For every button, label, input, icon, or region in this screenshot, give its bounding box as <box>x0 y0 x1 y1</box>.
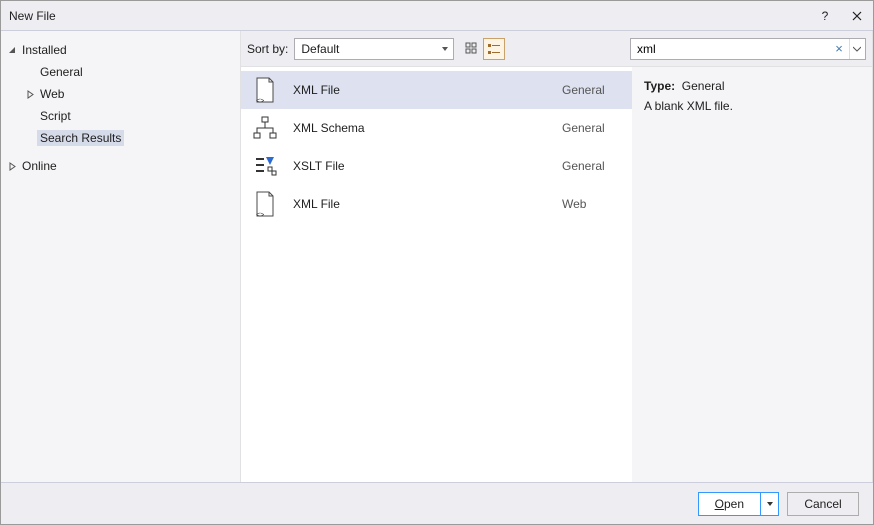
window-title: New File <box>1 9 56 23</box>
template-name: XML File <box>293 83 548 97</box>
view-toggle <box>460 37 506 61</box>
clear-search-button[interactable]: × <box>831 41 847 56</box>
collapse-icon <box>5 46 19 55</box>
template-item-xml-file[interactable]: <> XML File General <box>241 71 632 109</box>
tree-node-script[interactable]: Script <box>1 105 240 127</box>
open-button-dropdown[interactable] <box>760 493 778 515</box>
titlebar: New File ? <box>1 1 873 31</box>
open-button[interactable]: Open <box>698 492 779 516</box>
chevron-down-icon <box>766 500 774 508</box>
tree-label-web: Web <box>37 86 67 102</box>
toolbar: Sort by: Default <box>241 31 872 67</box>
search-dropdown-button[interactable] <box>849 39 863 59</box>
chevron-down-icon <box>441 45 449 53</box>
tree-label-installed: Installed <box>19 42 70 58</box>
view-medium-icons-button[interactable] <box>461 38 483 60</box>
tree-label-general: General <box>37 64 86 80</box>
xml-file-icon: <> <box>251 190 279 218</box>
tree-node-online[interactable]: Online <box>1 155 240 177</box>
dialog-body: Installed General Web Script Search Resu… <box>1 31 873 482</box>
type-value: General <box>682 79 725 93</box>
type-line: Type: General <box>644 79 860 93</box>
template-category: Web <box>562 197 618 211</box>
new-file-dialog: New File ? Installed General <box>0 0 874 525</box>
tree-node-installed[interactable]: Installed <box>1 39 240 61</box>
titlebar-buttons: ? <box>809 1 873 31</box>
xslt-file-icon <box>251 152 279 180</box>
description: A blank XML file. <box>644 99 860 113</box>
template-category: General <box>562 159 618 173</box>
list-pane: <> XML File General XML Schema General <box>241 67 872 482</box>
chevron-down-icon <box>853 45 861 53</box>
search-box[interactable]: × <box>630 38 866 60</box>
tree-node-web[interactable]: Web <box>1 83 240 105</box>
close-button[interactable] <box>841 1 873 31</box>
cancel-button-label: Cancel <box>804 497 841 511</box>
xml-file-icon: <> <box>251 76 279 104</box>
sortby-dropdown[interactable]: Default <box>294 38 454 60</box>
sidebar: Installed General Web Script Search Resu… <box>1 31 241 482</box>
search-input[interactable] <box>637 42 831 56</box>
details-pane: Type: General A blank XML file. <box>632 67 872 482</box>
xml-schema-icon <box>251 114 279 142</box>
tree-label-online: Online <box>19 158 60 174</box>
tree-node-general[interactable]: General <box>1 61 240 83</box>
expand-icon <box>5 162 19 171</box>
template-name: XML Schema <box>293 121 548 135</box>
template-category: General <box>562 83 618 97</box>
template-item-xml-schema[interactable]: XML Schema General <box>241 109 632 147</box>
template-item-xslt-file[interactable]: XSLT File General <box>241 147 632 185</box>
tree-label-search-results: Search Results <box>37 130 124 146</box>
template-item-xml-file-web[interactable]: <> XML File Web <box>241 185 632 223</box>
list-icon <box>487 42 501 56</box>
cancel-button[interactable]: Cancel <box>787 492 859 516</box>
template-name: XML File <box>293 197 548 211</box>
expand-icon <box>23 90 37 99</box>
type-label: Type: <box>644 79 675 93</box>
view-small-icons-button[interactable] <box>483 38 505 60</box>
svg-text:<>: <> <box>256 212 264 218</box>
help-button[interactable]: ? <box>809 1 841 31</box>
template-name: XSLT File <box>293 159 548 173</box>
template-list: <> XML File General XML Schema General <box>241 67 632 482</box>
tree-node-search-results[interactable]: Search Results <box>1 127 240 149</box>
footer: Open Cancel <box>1 482 873 524</box>
center-pane: Sort by: Default <box>241 31 873 482</box>
sortby-label: Sort by: <box>247 42 288 56</box>
template-category: General <box>562 121 618 135</box>
close-icon <box>852 11 862 21</box>
open-button-label: Open <box>699 493 760 515</box>
sortby-value: Default <box>301 42 339 56</box>
svg-text:<>: <> <box>256 98 264 104</box>
tree-label-script: Script <box>37 108 74 124</box>
grid-icon <box>465 42 479 56</box>
